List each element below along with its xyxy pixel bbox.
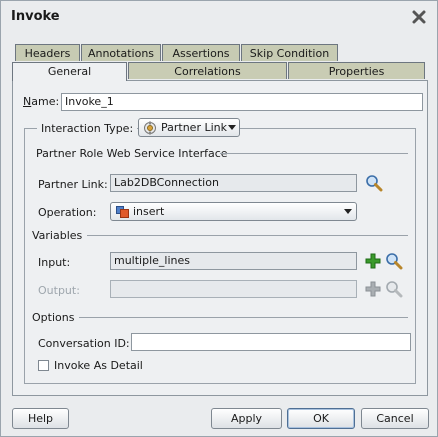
- dialog-title: Invoke: [11, 9, 60, 24]
- partner-link-icon: [144, 121, 156, 135]
- general-panel: Name: Invoke_1 Interaction Type: Partner…: [12, 80, 428, 396]
- variables-section-title: Variables: [32, 229, 83, 242]
- partner-role-section-title: Partner Role Web Service Interface: [36, 147, 228, 160]
- variables-divider: [87, 235, 408, 236]
- interaction-type-label: Interaction Type:: [37, 122, 138, 135]
- operation-select[interactable]: insert: [110, 202, 357, 221]
- input-field[interactable]: multiple_lines: [110, 252, 357, 270]
- search-icon[interactable]: [365, 174, 383, 192]
- search-icon: [386, 281, 403, 298]
- add-icon: [365, 281, 381, 297]
- invoke-dialog: Invoke Headers Annotations Assertions Sk…: [0, 0, 438, 437]
- partner-link-label: Partner Link:: [38, 178, 108, 191]
- operation-icon: [116, 206, 129, 218]
- tab-annotations[interactable]: Annotations: [81, 44, 161, 61]
- ok-button[interactable]: OK: [287, 408, 355, 429]
- search-icon[interactable]: [385, 252, 403, 270]
- partner-role-divider: [220, 153, 408, 154]
- tab-skip-condition[interactable]: Skip Condition: [241, 44, 338, 61]
- output-label: Output:: [38, 284, 80, 297]
- tab-correlations[interactable]: Correlations: [128, 62, 287, 79]
- output-field: [110, 280, 357, 298]
- tab-properties[interactable]: Properties: [288, 62, 425, 79]
- add-icon[interactable]: [365, 253, 381, 269]
- operation-label: Operation:: [38, 206, 97, 219]
- cancel-button[interactable]: Cancel: [361, 408, 429, 429]
- tab-general[interactable]: General: [12, 62, 127, 81]
- tab-headers[interactable]: Headers: [15, 44, 80, 61]
- chevron-down-icon: [344, 209, 352, 214]
- close-icon[interactable]: [411, 9, 427, 25]
- conversation-id-field[interactable]: [131, 333, 411, 351]
- invoke-as-detail-checkbox[interactable]: [38, 360, 49, 371]
- apply-button[interactable]: Apply: [211, 408, 282, 429]
- input-label: Input:: [38, 256, 71, 269]
- chevron-down-icon: [228, 125, 236, 130]
- conversation-id-label: Conversation ID:: [38, 337, 130, 350]
- tab-assertions[interactable]: Assertions: [162, 44, 240, 61]
- title-bar: Invoke: [1, 1, 437, 33]
- name-label: Name:: [23, 95, 60, 108]
- options-divider: [79, 317, 408, 318]
- name-field[interactable]: Invoke_1: [61, 93, 423, 111]
- interaction-type-select[interactable]: Partner Link: [138, 118, 240, 137]
- options-section-title: Options: [32, 311, 75, 324]
- help-button[interactable]: Help: [12, 408, 69, 429]
- partner-link-field[interactable]: Lab2DBConnection: [110, 174, 357, 192]
- invoke-as-detail-label: Invoke As Detail: [54, 359, 143, 372]
